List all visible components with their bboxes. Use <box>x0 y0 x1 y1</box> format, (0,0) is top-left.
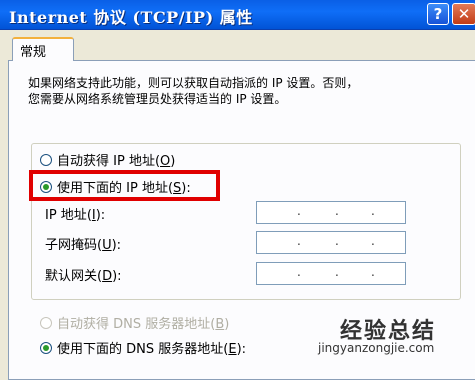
radio-auto-dns-key: B <box>215 317 225 332</box>
subnet-mask-dot-1: . <box>297 234 301 248</box>
ip-address-label-text: IP 地址 <box>45 208 87 223</box>
radio-auto-dns-indicator[interactable] <box>40 317 52 329</box>
default-gateway-key: D <box>102 269 113 284</box>
default-gateway-dot-2: . <box>335 265 339 279</box>
subnet-mask-input[interactable]: . . . <box>256 231 406 254</box>
highlight-box <box>29 170 220 201</box>
radio-auto-dns-label: 自动获得 DNS 服务器地址 <box>57 317 211 332</box>
radio-manual-dns-indicator[interactable] <box>40 342 52 354</box>
radio-manual-dns[interactable]: 使用下面的 DNS 服务器地址(E): <box>40 338 246 357</box>
subnet-mask-key: U <box>102 238 112 253</box>
window-title: Internet 协议 (TCP/IP) 属性 <box>9 8 253 27</box>
radio-manual-dns-key: E <box>228 342 237 357</box>
radio-auto-dns[interactable]: 自动获得 DNS 服务器地址(B) <box>40 313 229 332</box>
tab-general[interactable]: 常规 <box>12 37 74 61</box>
default-gateway-dot-3: . <box>371 265 375 279</box>
watermark-url: jingyanzongjie.com <box>318 341 435 355</box>
ip-address-input[interactable]: . . . <box>256 201 406 224</box>
radio-auto-ip-label: 自动获得 IP 地址 <box>57 154 155 169</box>
description-line-1: 如果网络支持此功能，则可以获取自动指派的 IP 设置。否则， <box>28 76 359 90</box>
subnet-mask-label: 子网掩码(U): <box>45 238 122 253</box>
help-button[interactable]: ? <box>427 3 449 25</box>
default-gateway-label: 默认网关(D): <box>45 269 122 284</box>
close-button[interactable]: ✕ <box>452 3 475 25</box>
ip-address-key: I <box>91 208 96 223</box>
radio-auto-ip-indicator[interactable] <box>40 154 52 166</box>
ip-address-label: IP 地址(I): <box>45 208 106 223</box>
default-gateway-dot-1: . <box>297 265 301 279</box>
radio-auto-ip[interactable]: 自动获得 IP 地址(O) <box>40 150 175 169</box>
description-line-2: 您需要从网络系统管理员处获得适当的 IP 设置。 <box>28 92 287 106</box>
default-gateway-label-text: 默认网关 <box>45 269 98 284</box>
ip-address-dot-3: . <box>371 204 375 218</box>
radio-auto-ip-key: O <box>160 154 171 169</box>
ip-address-dot-2: . <box>335 204 339 218</box>
title-bar: Internet 协议 (TCP/IP) 属性 ? ✕ <box>0 0 475 30</box>
subnet-mask-label-text: 子网掩码 <box>45 238 98 253</box>
ip-address-dot-1: . <box>297 204 301 218</box>
subnet-mask-dot-2: . <box>335 234 339 248</box>
radio-manual-dns-label: 使用下面的 DNS 服务器地址 <box>57 342 224 357</box>
subnet-mask-dot-3: . <box>371 234 375 248</box>
tab-general-label: 常规 <box>20 45 47 60</box>
default-gateway-input[interactable]: . . . <box>256 262 406 285</box>
